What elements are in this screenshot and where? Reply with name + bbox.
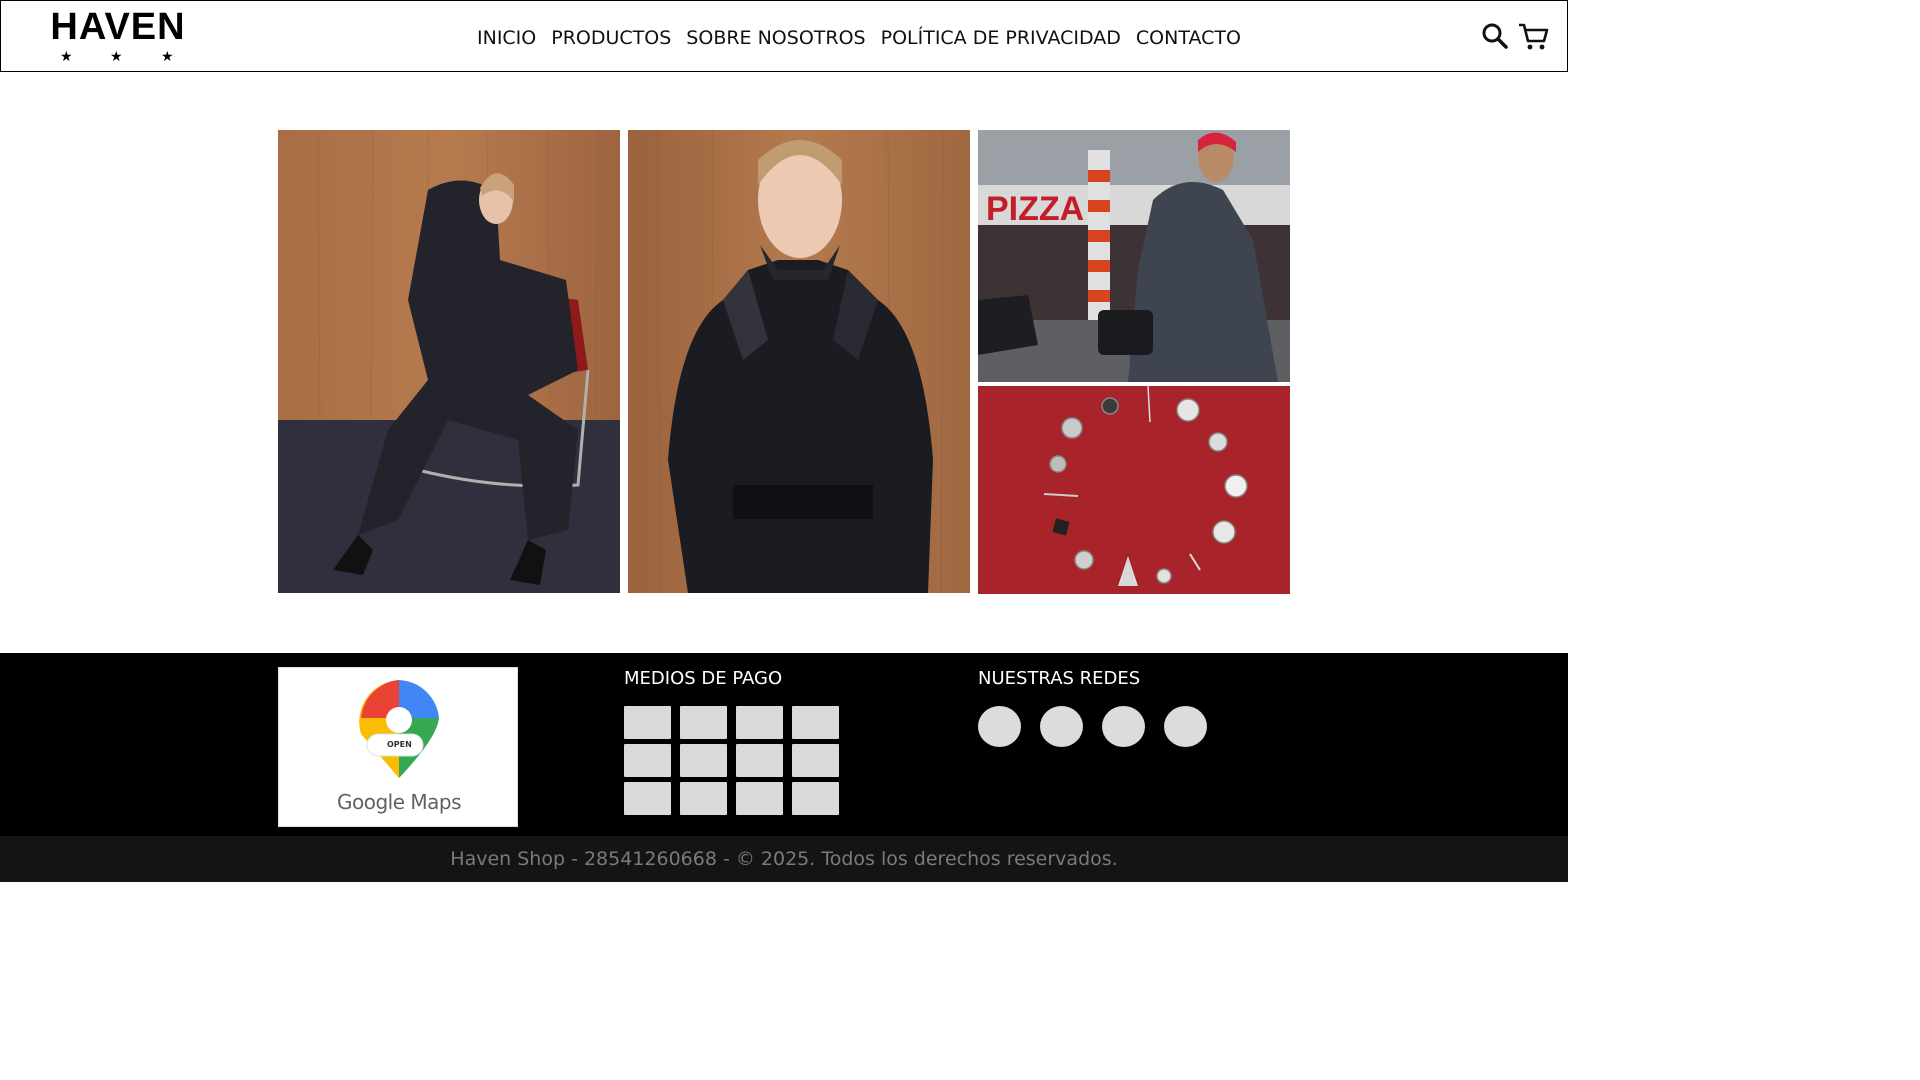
google-maps-card[interactable]: OPEN Google Maps bbox=[278, 667, 518, 827]
logo-wordmark: HAVEN bbox=[50, 6, 186, 48]
payment-title: MEDIOS DE PAGO bbox=[624, 668, 783, 689]
photo-gallery: PIZZA bbox=[278, 130, 1290, 594]
cart-icon[interactable] bbox=[1517, 20, 1549, 52]
nav-item-contacto[interactable]: CONTACTO bbox=[1136, 25, 1241, 51]
payment-method-card bbox=[680, 744, 727, 777]
payment-method-card bbox=[680, 782, 727, 815]
logo-stars: ★ ★ ★ bbox=[43, 49, 193, 63]
payment-method-card bbox=[792, 744, 839, 777]
logo-star: ★ bbox=[60, 48, 73, 64]
social-link[interactable] bbox=[1102, 706, 1145, 747]
social-link[interactable] bbox=[1164, 706, 1207, 747]
payment-methods bbox=[624, 706, 840, 815]
nav-item-sobre-nosotros[interactable]: SOBRE NOSOTROS bbox=[686, 25, 865, 51]
payment-method-card bbox=[792, 782, 839, 815]
payment-method-card bbox=[736, 744, 783, 777]
social-link[interactable] bbox=[1040, 706, 1083, 747]
payment-method-card bbox=[792, 706, 839, 739]
social-link[interactable] bbox=[978, 706, 1021, 747]
payment-method-card bbox=[736, 706, 783, 739]
haven-logo[interactable]: HAVEN ★ ★ ★ bbox=[43, 7, 193, 65]
copyright-text: Haven Shop - 28541260668 - © 2025. Todos… bbox=[450, 848, 1118, 870]
google-maps-label: Google Maps bbox=[336, 790, 462, 814]
payment-method-card bbox=[624, 782, 671, 815]
photo-model-street[interactable]: PIZZA bbox=[978, 130, 1290, 382]
payment-method-card bbox=[624, 706, 671, 739]
payment-method-card bbox=[624, 744, 671, 777]
nav-item-politica-privacidad[interactable]: POLÍTICA DE PRIVACIDAD bbox=[881, 25, 1121, 51]
site-footer: OPEN Google Maps MEDIOS DE PAGO NUESTRAS… bbox=[0, 653, 1568, 836]
maps-open-badge: OPEN bbox=[387, 740, 412, 749]
logo-star: ★ bbox=[110, 48, 123, 64]
nav-item-productos[interactable]: PRODUCTOS bbox=[551, 25, 671, 51]
main-nav: INICIO PRODUCTOS SOBRE NOSOTROS POLÍTICA… bbox=[477, 25, 1241, 51]
copyright-bar: Haven Shop - 28541260668 - © 2025. Todos… bbox=[0, 836, 1568, 882]
social-links bbox=[978, 706, 1207, 747]
street-sign-text: PIZZA bbox=[986, 190, 1084, 228]
photo-model-leather-coat[interactable] bbox=[628, 130, 970, 593]
photo-model-seated[interactable] bbox=[278, 130, 620, 593]
social-title: NUESTRAS REDES bbox=[978, 668, 1141, 689]
nav-item-inicio[interactable]: INICIO bbox=[477, 25, 536, 51]
payment-method-card bbox=[680, 706, 727, 739]
maps-pin-icon bbox=[359, 680, 439, 778]
site-header: HAVEN ★ ★ ★ INICIO PRODUCTOS SOBRE NOSOT… bbox=[0, 0, 1568, 72]
payment-method-card bbox=[736, 782, 783, 815]
search-icon[interactable] bbox=[1479, 20, 1511, 52]
logo-star: ★ bbox=[161, 48, 174, 64]
photo-buttons-red[interactable] bbox=[978, 386, 1290, 594]
